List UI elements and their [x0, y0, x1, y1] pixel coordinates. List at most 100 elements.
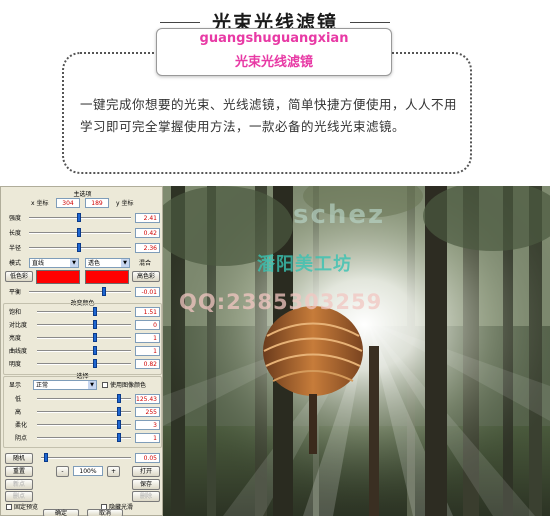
balance-value[interactable]: -0.01 — [135, 287, 160, 297]
slider-thumb[interactable] — [93, 359, 97, 368]
forest-treehouse-image — [163, 186, 550, 516]
slider-thumb[interactable] — [77, 213, 81, 222]
chevron-down-icon: ▼ — [88, 381, 96, 389]
slider-thumb[interactable] — [93, 346, 97, 355]
display-value: 正常 — [36, 382, 49, 389]
low-label: 低 — [15, 396, 22, 403]
filter-settings-panel: 主选项 x 坐标 304 189 y 坐标 强度 2.41 长度 0.42 半径… — [0, 186, 163, 516]
delete-point-button[interactable]: 删点 — [5, 491, 33, 502]
chevron-down-icon: ▼ — [70, 259, 78, 267]
lightness-slider[interactable] — [37, 359, 131, 368]
saturation-value[interactable]: 1.51 — [135, 307, 160, 317]
slider-thumb[interactable] — [117, 407, 121, 416]
curve-label: 曲线度 — [9, 348, 28, 355]
subtitle-pinyin: guangshuguangxian — [199, 31, 349, 46]
lightness-value[interactable]: 0.82 — [135, 359, 160, 369]
radius-slider[interactable] — [29, 243, 131, 252]
delete-button[interactable]: 删除 — [132, 491, 160, 502]
save-button[interactable]: 保存 — [132, 479, 160, 490]
slider-thumb[interactable] — [93, 333, 97, 342]
high-color-button[interactable]: 高色彩 — [132, 271, 160, 282]
new-point-button[interactable]: 新点 — [5, 479, 33, 490]
slider-thumb[interactable] — [117, 394, 121, 403]
cancel-button[interactable]: 取消 — [87, 509, 123, 516]
slider-thumb[interactable] — [77, 228, 81, 237]
use-image-color-checkbox[interactable] — [102, 382, 108, 388]
length-slider[interactable] — [29, 228, 131, 237]
shadow-point-slider[interactable] — [37, 433, 131, 442]
mode-dropdown[interactable]: 直线 ▼ — [29, 258, 79, 268]
slider-label-radius: 半径 — [9, 245, 22, 252]
random-slider[interactable] — [41, 453, 131, 462]
strength-slider[interactable] — [29, 213, 131, 222]
high-color-swatch[interactable] — [85, 270, 129, 284]
contrast-value[interactable]: 0 — [135, 320, 160, 330]
main-options-label: 主选项 — [73, 191, 92, 198]
soften-label: 柔化 — [15, 422, 28, 429]
random-value[interactable]: 0.05 — [135, 453, 160, 463]
brightness-slider[interactable] — [37, 333, 131, 342]
watermark-brand: schez — [293, 200, 386, 230]
display-label: 显示 — [9, 382, 22, 389]
high-value[interactable]: 255 — [135, 407, 160, 417]
shadow-point-value[interactable]: 1 — [135, 433, 160, 443]
slider-thumb[interactable] — [93, 320, 97, 329]
shadow-point-label: 阴点 — [15, 435, 28, 442]
low-value[interactable]: 125.43 — [135, 394, 160, 404]
balance-slider[interactable] — [29, 287, 131, 296]
high-slider[interactable] — [37, 407, 131, 416]
color-mode-dropdown[interactable]: 透色 ▼ — [85, 258, 130, 268]
preview-image: schez 潘阳美工坊 QQ:2385303259 — [163, 186, 550, 516]
fixed-preview-checkbox[interactable] — [6, 504, 12, 510]
subtitle-chinese: 光束光线滤镜 — [234, 55, 313, 70]
slider-thumb[interactable] — [102, 287, 106, 296]
slider-thumb[interactable] — [117, 433, 121, 442]
radius-value[interactable]: 2.36 — [135, 243, 160, 253]
curve-slider[interactable] — [37, 346, 131, 355]
chevron-down-icon: ▼ — [121, 259, 129, 267]
display-dropdown[interactable]: 正常 ▼ — [33, 380, 97, 390]
zoom-in-button[interactable]: + — [107, 466, 120, 477]
watermark-qq: QQ:2385303259 — [179, 290, 383, 314]
contrast-label: 对比度 — [9, 322, 28, 329]
length-value[interactable]: 0.42 — [135, 228, 160, 238]
y-coord-input[interactable]: 189 — [85, 198, 109, 208]
lightness-label: 明度 — [9, 361, 22, 368]
saturation-slider[interactable] — [37, 307, 131, 316]
x-coord-label: x 坐标 — [31, 200, 49, 207]
high-label: 高 — [15, 409, 22, 416]
contrast-slider[interactable] — [37, 320, 131, 329]
soften-slider[interactable] — [37, 420, 131, 429]
slider-label-length: 长度 — [9, 230, 22, 237]
slider-thumb[interactable] — [93, 307, 97, 316]
open-button[interactable]: 打开 — [132, 466, 160, 477]
brightness-label: 亮度 — [9, 335, 22, 342]
slider-label-strength: 强度 — [9, 215, 22, 222]
use-image-color-label: 使用图像颜色 — [110, 382, 147, 389]
watermark-brand-cn: 潘阳美工坊 — [257, 254, 352, 275]
curve-value[interactable]: 1 — [135, 346, 160, 356]
y-coord-label: y 坐标 — [116, 200, 134, 207]
zoom-level: 100% — [73, 466, 103, 476]
x-coord-input[interactable]: 304 — [56, 198, 80, 208]
strength-value[interactable]: 2.41 — [135, 213, 160, 223]
soften-value[interactable]: 3 — [135, 420, 160, 430]
ok-button[interactable]: 确定 — [43, 509, 79, 516]
color-mode-value: 透色 — [88, 260, 101, 267]
mode-value: 直线 — [32, 260, 45, 267]
mode-label: 模式 — [9, 260, 22, 267]
fixed-preview-label: 固定预览 — [14, 504, 39, 511]
balance-label: 平衡 — [9, 289, 22, 296]
saturation-label: 饱和 — [9, 309, 22, 316]
low-color-swatch[interactable] — [36, 270, 80, 284]
slider-thumb[interactable] — [44, 453, 48, 462]
mix-label: 混合 — [139, 260, 152, 267]
low-color-button[interactable]: 低色彩 — [5, 271, 33, 282]
reset-button[interactable]: 重置 — [5, 466, 33, 477]
brightness-value[interactable]: 1 — [135, 333, 160, 343]
random-button[interactable]: 随机 — [5, 453, 33, 464]
slider-thumb[interactable] — [117, 420, 121, 429]
low-slider[interactable] — [37, 394, 131, 403]
slider-thumb[interactable] — [77, 243, 81, 252]
zoom-out-button[interactable]: - — [56, 466, 69, 477]
